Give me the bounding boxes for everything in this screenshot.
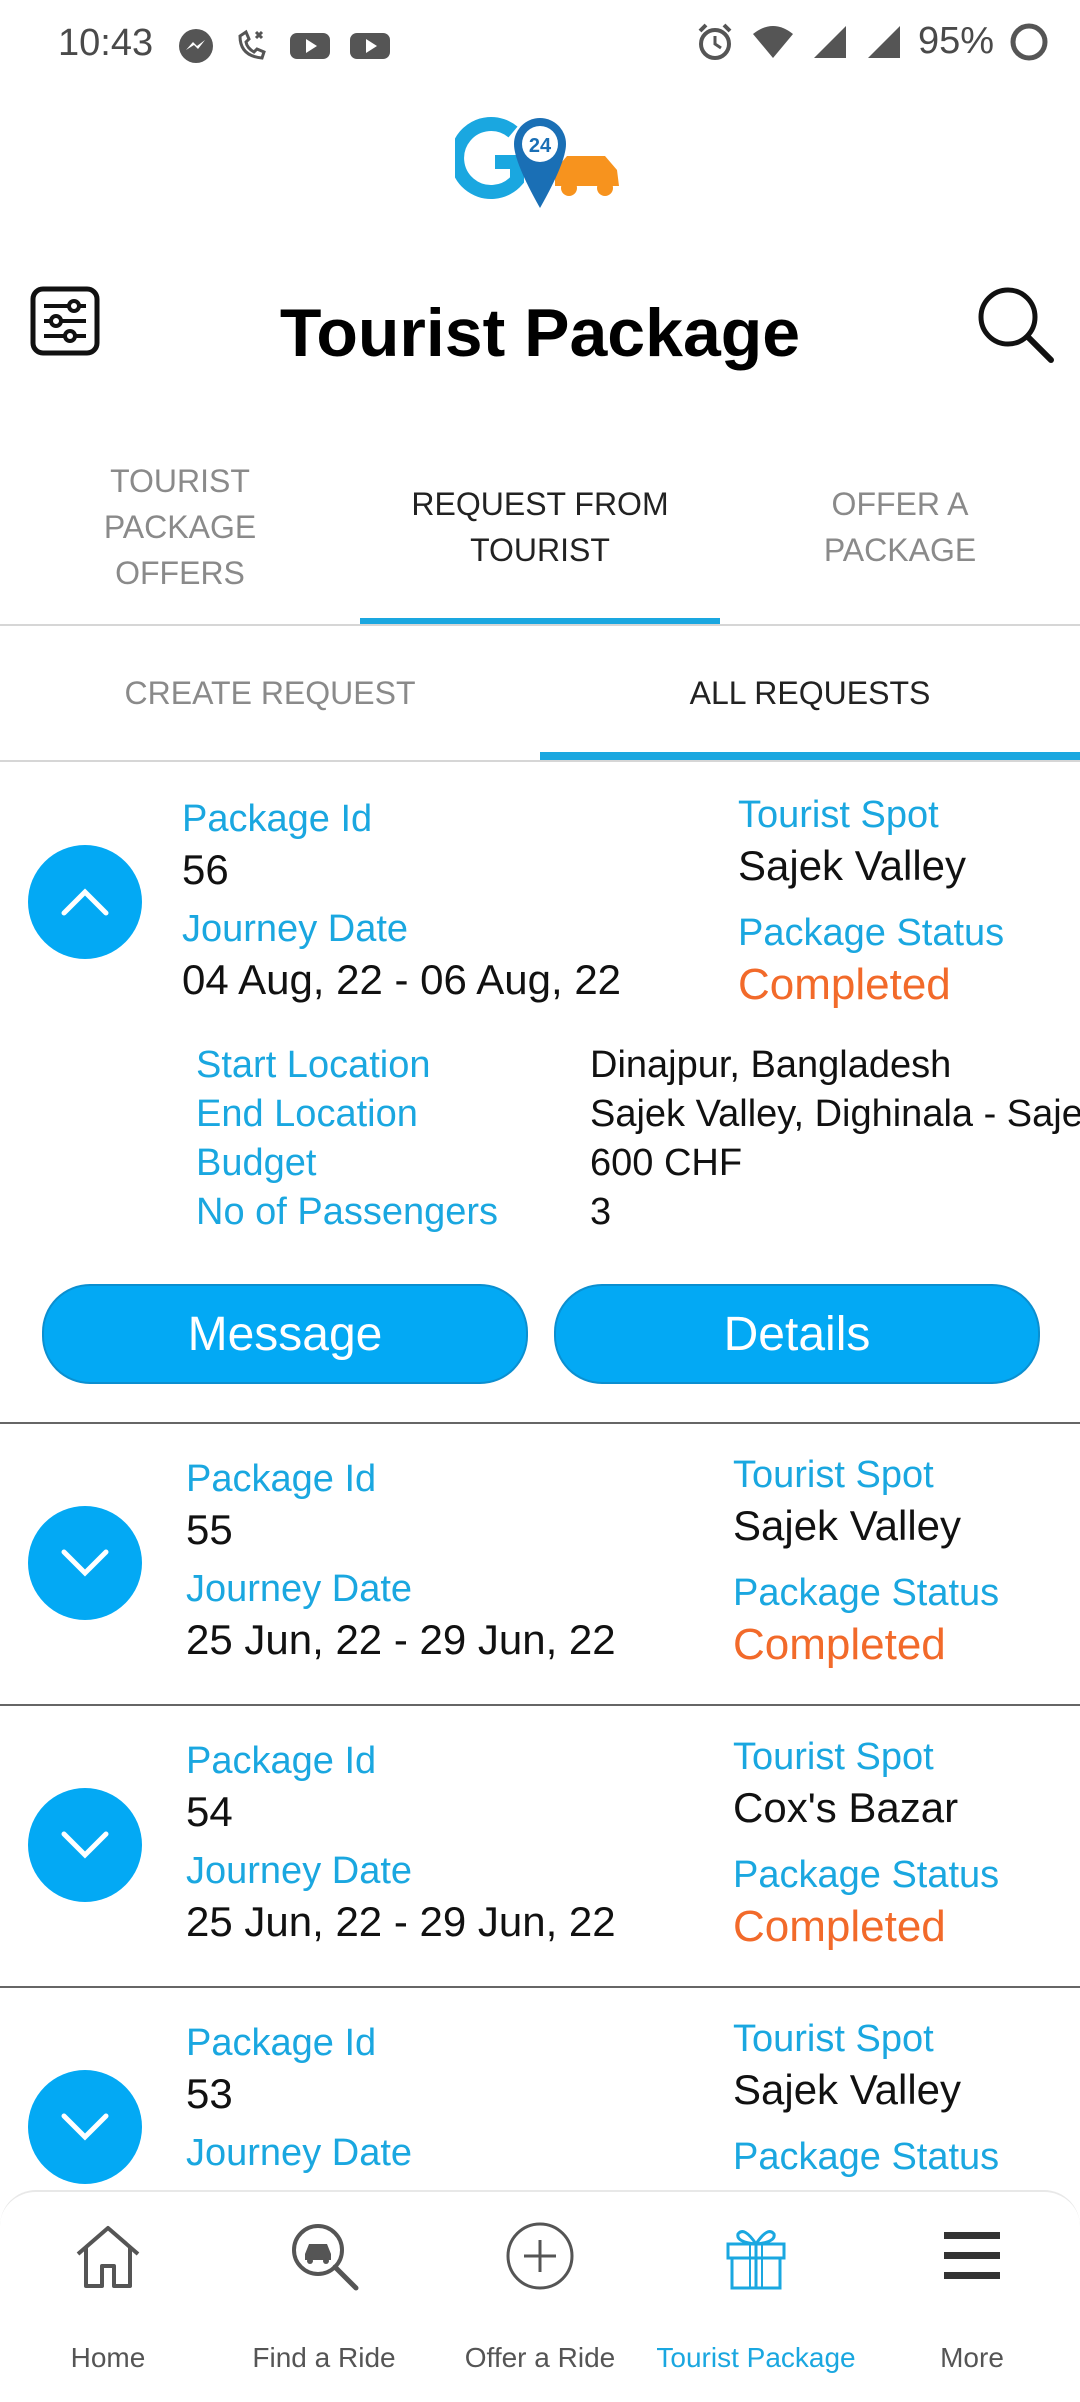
package-status-value: Completed (733, 1902, 946, 1951)
nav-home[interactable]: Home (0, 2192, 216, 2402)
passengers-label: No of Passengers (196, 1191, 499, 1233)
chevron-down-icon (61, 1549, 109, 1577)
request-card[interactable]: Package Id 56 Journey Date 04 Aug, 22 - … (0, 762, 1080, 1424)
chevron-down-icon (61, 1831, 109, 1859)
package-status-label: Package Status (738, 912, 1005, 954)
messenger-icon (179, 29, 213, 63)
tourist-spot-value: Cox's Bazar (733, 1784, 959, 1831)
package-id-value: 56 (182, 846, 229, 893)
notification-icons (176, 26, 392, 66)
page-header: Tourist Package (0, 270, 1080, 400)
status-bar: 10:43 95% (0, 0, 1080, 92)
expand-button[interactable] (28, 1788, 142, 1902)
youtube-icon (290, 33, 330, 59)
package-status-label: Package Status (733, 1572, 1000, 1614)
package-id-value: 53 (186, 2070, 233, 2117)
app-logo: 24 (455, 117, 619, 208)
chevron-up-icon (61, 888, 109, 916)
search-icon[interactable] (975, 284, 1055, 364)
chevron-down-icon (61, 2113, 109, 2141)
tab-offer-a-package[interactable]: OFFER A PACKAGE (720, 430, 1080, 624)
tab-indicator (360, 618, 720, 624)
journey-date-label: Journey Date (186, 2132, 413, 2174)
signal-icon (867, 25, 900, 58)
find-ride-icon (292, 2224, 359, 2291)
alarm-icon (698, 23, 732, 60)
tab-tourist-package-offers[interactable]: TOURIST PACKAGE OFFERS (0, 430, 360, 624)
nav-tourist-package[interactable]: Tourist Package (648, 2192, 864, 2402)
budget-value: 600 CHF (590, 1142, 743, 1184)
missed-call-icon (238, 29, 266, 60)
package-id-value: 54 (186, 1788, 233, 1835)
request-card[interactable]: Package Id 55 Journey Date 25 Jun, 22 - … (0, 1424, 1080, 1706)
menu-icon (944, 2232, 1000, 2279)
signal-icon (813, 25, 846, 58)
nav-label: Offer a Ride (464, 2342, 616, 2373)
main-tabs: TOURIST PACKAGE OFFERS REQUEST FROM TOUR… (0, 430, 1080, 626)
plus-circle-icon (506, 2222, 574, 2290)
journey-date-label: Journey Date (186, 1850, 413, 1892)
package-status-value: Completed (738, 960, 951, 1009)
tourist-spot-label: Tourist Spot (738, 794, 939, 836)
end-location-value: Sajek Valley, Dighinala - Saje (590, 1093, 1080, 1135)
tourist-spot-value: Sajek Valley (733, 2066, 962, 2113)
passengers-value: 3 (590, 1191, 612, 1233)
package-status-value: Completed (733, 1620, 946, 1669)
collapse-button[interactable] (28, 845, 142, 959)
nav-label: Find a Ride (252, 2342, 396, 2373)
youtube-icon (350, 33, 390, 59)
journey-date-value: 25 Jun, 22 - 29 Jun, 22 (186, 1898, 616, 1945)
system-icons: 95% (694, 20, 1050, 63)
request-card[interactable]: Package Id 54 Journey Date 25 Jun, 22 - … (0, 1706, 1080, 1988)
expand-button[interactable] (28, 2070, 142, 2184)
request-card[interactable]: Package Id 53 Journey Date Tourist Spot … (0, 1988, 1080, 2190)
package-id-label: Package Id (186, 1458, 377, 1500)
tourist-spot-label: Tourist Spot (733, 2018, 934, 2060)
nav-more[interactable]: More (864, 2192, 1080, 2402)
tourist-spot-label: Tourist Spot (733, 1736, 934, 1778)
battery-percentage: 95% (917, 20, 994, 62)
journey-date-label: Journey Date (186, 1568, 413, 1610)
nav-label: Tourist Package (656, 2342, 856, 2373)
journey-date-label: Journey Date (182, 908, 409, 950)
details-button[interactable]: Details (554, 1284, 1040, 1384)
tab-create-request[interactable]: CREATE REQUEST (0, 626, 540, 760)
package-id-label: Package Id (182, 798, 373, 840)
gift-icon (726, 2230, 786, 2290)
expand-button[interactable] (28, 1506, 142, 1620)
message-button[interactable]: Message (42, 1284, 528, 1384)
wifi-icon (752, 25, 793, 58)
nav-label: Home (70, 2342, 146, 2373)
package-id-label: Package Id (186, 1740, 377, 1782)
battery-ring-icon (1010, 23, 1048, 60)
tourist-spot-value: Sajek Valley (733, 1502, 962, 1549)
nav-offer-a-ride[interactable]: Offer a Ride (432, 2192, 648, 2402)
nav-label: More (940, 2342, 1004, 2373)
subtab-indicator (540, 752, 1080, 760)
journey-date-value: 25 Jun, 22 - 29 Jun, 22 (186, 1616, 616, 1663)
tab-request-from-tourist[interactable]: REQUEST FROM TOURIST (360, 430, 720, 624)
nav-find-a-ride[interactable]: Find a Ride (216, 2192, 432, 2402)
package-id-label: Package Id (186, 2022, 377, 2064)
bottom-navigation: Home Find a Ride Offer a Ride Tourist Pa… (0, 2190, 1080, 2402)
start-location-label: Start Location (196, 1044, 431, 1086)
tourist-spot-value: Sajek Valley (738, 842, 967, 889)
end-location-label: End Location (196, 1093, 418, 1135)
tourist-spot-label: Tourist Spot (733, 1454, 934, 1496)
budget-label: Budget (196, 1142, 317, 1184)
sub-tabs: CREATE REQUEST ALL REQUESTS (0, 626, 1080, 762)
package-status-label: Package Status (733, 2136, 1000, 2178)
package-status-label: Package Status (733, 1854, 1000, 1896)
page-title: Tourist Package (279, 295, 801, 371)
start-location-value: Dinajpur, Bangladesh (590, 1044, 952, 1086)
logo-text: 24 (529, 135, 552, 157)
package-id-value: 55 (186, 1506, 233, 1553)
tab-all-requests[interactable]: ALL REQUESTS (540, 626, 1080, 760)
home-icon (76, 2226, 140, 2288)
status-time: 10:43 (58, 22, 154, 64)
journey-date-value: 04 Aug, 22 - 06 Aug, 22 (182, 956, 622, 1003)
